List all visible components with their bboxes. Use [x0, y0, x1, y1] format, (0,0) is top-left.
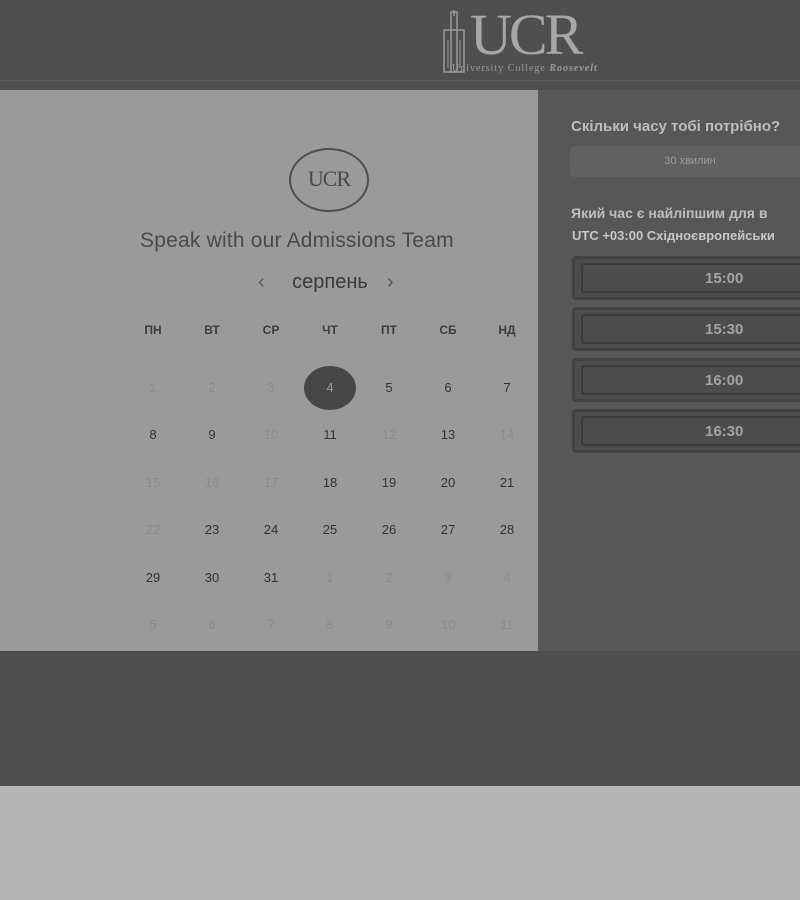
- calendar-day[interactable]: 13: [428, 423, 468, 447]
- calendar-day[interactable]: 18: [310, 471, 350, 495]
- calendar-day: 3: [444, 570, 452, 585]
- chevron-right-icon[interactable]: ›: [387, 270, 394, 294]
- calendar-day[interactable]: 25: [310, 518, 350, 542]
- time-slot[interactable]: 16:30: [572, 409, 800, 453]
- time-slot-label: 15:30: [705, 321, 744, 338]
- weekday-label: ВТ: [204, 323, 220, 337]
- time-slot-label: 16:00: [705, 372, 744, 389]
- calendar-day: 3: [267, 380, 275, 395]
- time-slot-label: 15:00: [705, 270, 744, 287]
- calendar-day: 22: [145, 522, 161, 537]
- calendar-day[interactable]: 29: [133, 566, 173, 590]
- calendar-day[interactable]: 5: [369, 376, 409, 400]
- time-slot-label: 16:30: [705, 423, 744, 440]
- time-slot-frame: [581, 263, 800, 293]
- calendar-day[interactable]: 19: [369, 471, 409, 495]
- calendar-day: 7: [267, 617, 275, 632]
- calendar-day[interactable]: 27: [428, 518, 468, 542]
- calendar-day[interactable]: 7: [487, 376, 527, 400]
- page-bottom: [0, 786, 800, 900]
- duration-select[interactable]: 30 хвилин: [570, 146, 800, 177]
- time-slot-frame: [581, 365, 800, 395]
- calendar-day: 16: [204, 475, 220, 490]
- calendar-day[interactable]: 23: [192, 518, 232, 542]
- duration-question: Скільки часу тобі потрібно?: [571, 118, 781, 135]
- ucr-logo[interactable]: UCR University College Roosevelt: [440, 2, 635, 78]
- time-slot[interactable]: 15:00: [572, 256, 800, 300]
- calendar-day: 10: [263, 427, 279, 442]
- calendar-day: 12: [381, 427, 397, 442]
- weekday-label: СР: [262, 323, 280, 337]
- weekday-label: ПТ: [381, 323, 397, 337]
- weekday-label: ПН: [144, 323, 162, 337]
- calendar-day[interactable]: 31: [251, 566, 291, 590]
- calendar-day: 5: [149, 617, 157, 632]
- site-header: UCR University College Roosevelt: [0, 0, 800, 90]
- calendar-day: 2: [385, 570, 393, 585]
- calendar-day: 2: [208, 380, 216, 395]
- calendar-day: 17: [263, 475, 279, 490]
- calendar-day: 1: [326, 570, 334, 585]
- calendar-day[interactable]: 26: [369, 518, 409, 542]
- chevron-left-icon[interactable]: ‹: [258, 270, 265, 294]
- calendar-day[interactable]: 11: [310, 423, 350, 447]
- logo-letters: UCR: [470, 2, 583, 67]
- calendar-day: 6: [208, 617, 216, 632]
- logo-subtitle-name: Roosevelt: [549, 63, 598, 74]
- calendar-day[interactable]: 28: [487, 518, 527, 542]
- calendar-day: 1: [149, 380, 157, 395]
- month-navigator: ‹ серпень ›: [250, 270, 410, 296]
- weekday-label: НД: [498, 323, 516, 337]
- time-slot-frame: [581, 314, 800, 344]
- calendar-day: 11: [500, 617, 514, 632]
- calendar-day[interactable]: 9: [192, 423, 232, 447]
- ucr-badge-logo: UCR: [289, 148, 369, 212]
- calendar-day: 8: [326, 617, 334, 632]
- calendar-day: 14: [499, 427, 515, 442]
- calendar-day[interactable]: 30: [192, 566, 232, 590]
- calendar-day-selected[interactable]: 4: [304, 366, 356, 410]
- footer-band: [0, 651, 800, 786]
- time-question: Який час є найліпшим для в: [571, 205, 768, 221]
- month-label: серпень: [292, 271, 368, 293]
- calendar-day: 10: [440, 617, 456, 632]
- time-slot[interactable]: 15:30: [572, 307, 800, 351]
- logo-subtitle-prefix: University College: [452, 63, 546, 74]
- calendar-day[interactable]: 20: [428, 471, 468, 495]
- logo-subtitle: University College Roosevelt: [452, 63, 598, 74]
- calendar-day[interactable]: 6: [428, 376, 468, 400]
- time-slot[interactable]: 16:00: [572, 358, 800, 402]
- page-title: Speak with our Admissions Team: [140, 229, 454, 252]
- calendar-day: 15: [145, 475, 161, 490]
- time-slot-frame: [581, 416, 800, 446]
- calendar-day: 4: [503, 570, 511, 585]
- weekday-label: СБ: [439, 323, 457, 337]
- calendar-day[interactable]: 8: [133, 423, 173, 447]
- weekday-label: ЧТ: [322, 323, 338, 337]
- duration-value: 30 хвилин: [664, 155, 716, 167]
- calendar-day: 9: [385, 617, 393, 632]
- calendar-day[interactable]: 24: [251, 518, 291, 542]
- calendar-day[interactable]: 21: [487, 471, 527, 495]
- header-divider: [0, 80, 800, 81]
- timezone-label[interactable]: UTC +03:00 Східноєвропейськи: [572, 228, 775, 243]
- badge-letters: UCR: [307, 166, 351, 191]
